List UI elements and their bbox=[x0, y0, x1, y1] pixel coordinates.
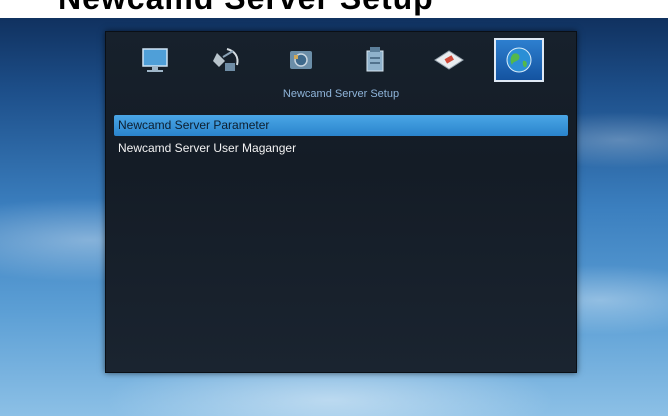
globe-icon[interactable] bbox=[494, 38, 544, 82]
tools-icon[interactable] bbox=[276, 38, 326, 82]
monitor-icon[interactable] bbox=[130, 38, 180, 82]
section-title: Newcamd Server Setup bbox=[282, 88, 400, 100]
title-banner: Newcamd Server Setup bbox=[0, 0, 668, 18]
menu-item-user-manager[interactable]: Newcamd Server User Maganger bbox=[114, 138, 568, 159]
title-banner-text: Newcamd Server Setup bbox=[58, 0, 434, 17]
icon-bar bbox=[106, 32, 576, 90]
menu-panel: Newcamd Server Setup Newcamd Server Para… bbox=[105, 31, 577, 373]
menu-item-server-parameter[interactable]: Newcamd Server Parameter bbox=[114, 115, 568, 136]
card-icon[interactable] bbox=[424, 38, 474, 82]
menu-list: Newcamd Server Parameter Newcamd Server … bbox=[114, 115, 568, 161]
satellite-icon[interactable] bbox=[202, 38, 252, 82]
package-icon[interactable] bbox=[350, 38, 400, 82]
